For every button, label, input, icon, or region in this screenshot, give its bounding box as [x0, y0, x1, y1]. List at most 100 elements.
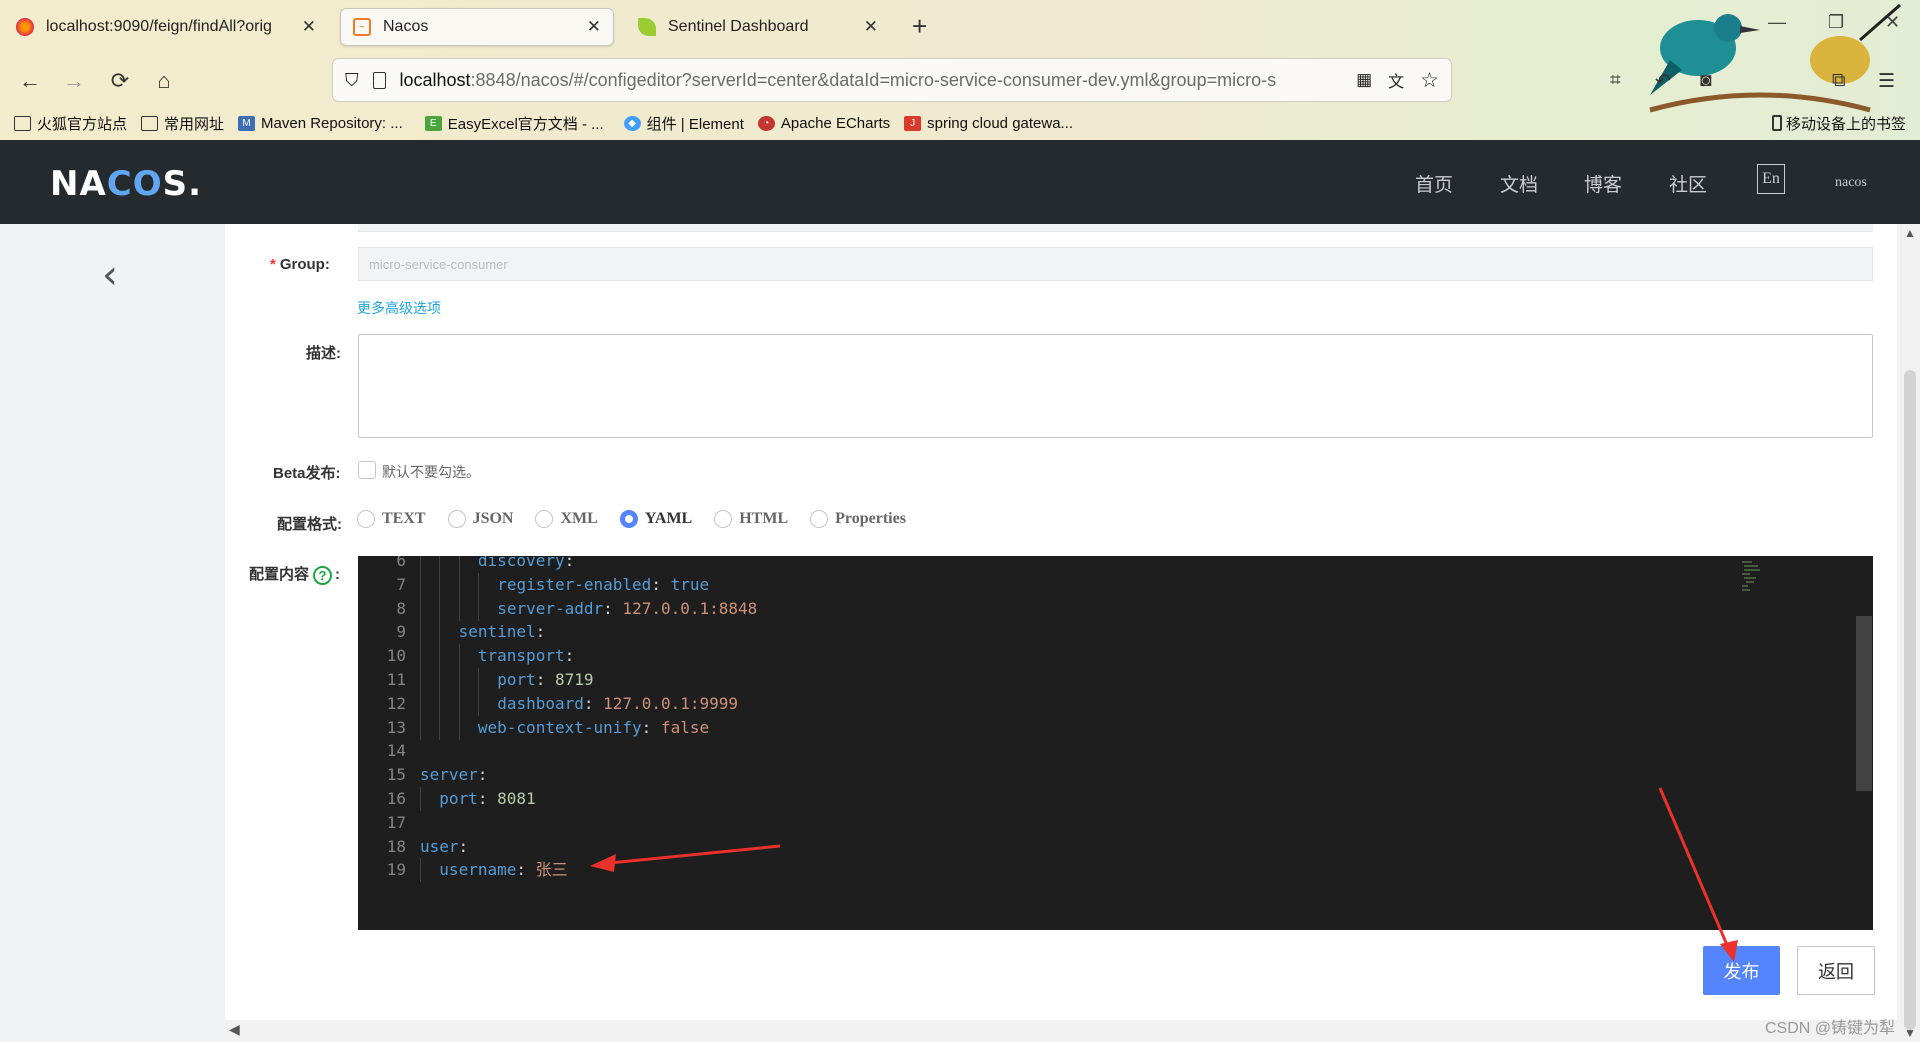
code-text: user:: [420, 835, 468, 859]
undo-icon[interactable]: ↶: [1655, 70, 1671, 93]
forward-icon[interactable]: →: [60, 68, 88, 94]
reload-icon[interactable]: ⟳: [106, 68, 134, 94]
logo-text-co: CO: [106, 164, 163, 204]
bookmark-firefox[interactable]: 火狐官方站点: [14, 113, 127, 134]
data-id-input-edge: [358, 224, 1873, 232]
tab-title: Sentinel Dashboard: [668, 18, 809, 35]
help-icon[interactable]: ?: [313, 565, 333, 585]
language-toggle[interactable]: En: [1757, 164, 1785, 194]
yaml-colon: :: [651, 574, 661, 594]
back-icon[interactable]: ←: [16, 68, 44, 94]
page-scrollbar[interactable]: ▲ ▼: [1900, 224, 1920, 1042]
star-icon[interactable]: ☆: [1420, 68, 1439, 93]
indent-guide: [458, 691, 460, 716]
nav-docs[interactable]: 文档: [1500, 170, 1538, 197]
bookmark-mobile[interactable]: 移动设备上的书签: [1771, 113, 1906, 134]
qrcode-icon[interactable]: ▦: [1356, 70, 1372, 90]
yaml-key: web-context-unify: [477, 717, 642, 737]
code-line: 7 register-enabled: true: [358, 572, 1838, 597]
translate-icon[interactable]: 文: [1388, 68, 1404, 92]
bookmark-label: 移动设备上的书签: [1785, 115, 1906, 133]
bookmark-easyexcel[interactable]: E EasyExcel官方文档 - ...: [424, 113, 604, 134]
tab-nacos[interactable]: − Nacos ✕: [340, 8, 614, 46]
bookmark-maven[interactable]: M Maven Repository: ...: [238, 115, 403, 132]
extension-icon[interactable]: ◙: [1700, 70, 1711, 92]
code-text: transport:: [478, 644, 574, 668]
more-options-link[interactable]: 更多高级选项: [357, 298, 441, 318]
code-line: 10 transport:: [358, 644, 1838, 669]
nav-home[interactable]: 首页: [1415, 170, 1453, 197]
line-number: 19: [386, 860, 406, 880]
code-line: 11 port: 8719: [358, 668, 1838, 692]
tab-sentinel[interactable]: Sentinel Dashboard ✕: [626, 8, 890, 46]
line-number: 12: [386, 693, 406, 713]
back-arrow-icon[interactable]: ‹: [102, 255, 118, 295]
minimize-button[interactable]: —: [1768, 12, 1786, 33]
logo-text-na: NA: [50, 164, 107, 204]
radio-label: JSON: [472, 510, 514, 527]
indent-guide: [420, 691, 421, 716]
puzzle-icon[interactable]: ⧉: [1832, 70, 1846, 92]
bookmark-element[interactable]: ◆ 组件 | Element: [623, 113, 744, 134]
bookmark-label: 常用网址: [164, 115, 225, 133]
navigation-bar: ← → ⟳ ⌂ ⛉ localhost:8848/nacos/#/confige…: [0, 58, 1920, 104]
yaml-key: discovery: [477, 556, 565, 570]
indent-guide: [439, 596, 441, 621]
format-radio-xml[interactable]: XML: [535, 510, 598, 528]
editor-minimap[interactable]: [1738, 560, 1778, 600]
format-radio-yaml[interactable]: YAML: [619, 510, 692, 528]
line-number: 18: [386, 836, 406, 856]
menu-icon[interactable]: ☰: [1878, 70, 1895, 93]
home-icon[interactable]: ⌂: [150, 68, 178, 94]
indent-guide: [477, 691, 479, 716]
bookmark-label: Maven Repository: ...: [261, 114, 403, 132]
return-button[interactable]: 返回: [1797, 946, 1875, 995]
indent-guide: [420, 858, 421, 883]
bookmark-echarts[interactable]: ◔ Apache ECharts: [757, 115, 890, 132]
description-label: 描述:: [306, 345, 341, 362]
nav-community[interactable]: 社区: [1669, 170, 1707, 197]
bookmark-common[interactable]: 常用网址: [141, 113, 224, 134]
close-icon[interactable]: ✕: [302, 17, 316, 37]
group-label: * Group:: [270, 256, 330, 273]
editor-scrollbar[interactable]: [1856, 616, 1872, 791]
close-window-button[interactable]: ✕: [1885, 12, 1900, 33]
tab-feign[interactable]: localhost:9090/feign/findAll?orig ✕: [4, 8, 328, 46]
format-radio-html[interactable]: HTML: [714, 510, 788, 528]
new-tab-button[interactable]: +: [912, 12, 927, 40]
description-textarea[interactable]: [358, 334, 1873, 438]
yaml-colon: :: [477, 765, 488, 785]
publish-button[interactable]: 发布: [1703, 946, 1780, 995]
close-icon[interactable]: ✕: [587, 17, 601, 37]
nav-blog[interactable]: 博客: [1584, 170, 1622, 197]
scrollbar-thumb[interactable]: [1904, 370, 1916, 1030]
restore-button[interactable]: ❐: [1828, 12, 1844, 33]
indent-guide: [420, 620, 421, 645]
code-text: dashboard: 127.0.0.1:9999: [497, 692, 738, 716]
nacos-logo[interactable]: NACOS.: [50, 164, 202, 204]
scroll-down-icon[interactable]: ▼: [1904, 1026, 1916, 1040]
close-icon[interactable]: ✕: [864, 17, 878, 37]
bookmark-gateway[interactable]: Jspring cloud gatewa...: [904, 115, 1073, 132]
code-line: 12 dashboard: 127.0.0.1:9999: [358, 691, 1838, 716]
url-path: :8848/nacos/#/configeditor?serverId=cent…: [470, 69, 1277, 90]
scroll-left-icon[interactable]: ◀: [229, 1021, 240, 1038]
left-panel: [0, 224, 225, 1042]
line-number: 8: [396, 598, 406, 618]
user-menu[interactable]: nacos: [1835, 175, 1867, 191]
group-input[interactable]: micro-service-consumer: [358, 247, 1873, 281]
crop-icon[interactable]: ⌗: [1610, 70, 1621, 92]
radio-label: XML: [560, 510, 598, 527]
format-radio-properties[interactable]: Properties: [810, 510, 906, 528]
url-host: localhost: [399, 69, 471, 90]
url-bar[interactable]: ⛉ localhost:8848/nacos/#/configeditor?se…: [332, 58, 1452, 102]
horizontal-scrollbar[interactable]: ◀: [225, 1020, 1900, 1042]
code-text: port: 8081: [439, 787, 535, 811]
beta-checkbox[interactable]: [358, 461, 376, 479]
folder-icon: [14, 115, 31, 131]
scroll-up-icon[interactable]: ▲: [1904, 226, 1916, 240]
code-editor[interactable]: 6 discovery: 7 register-enabled: true 8 serve…: [358, 556, 1873, 930]
browser-chrome: localhost:9090/feign/findAll?orig ✕ − Na…: [0, 0, 1920, 140]
format-radio-json[interactable]: JSON: [447, 510, 514, 528]
format-radio-text[interactable]: TEXT: [357, 510, 426, 528]
